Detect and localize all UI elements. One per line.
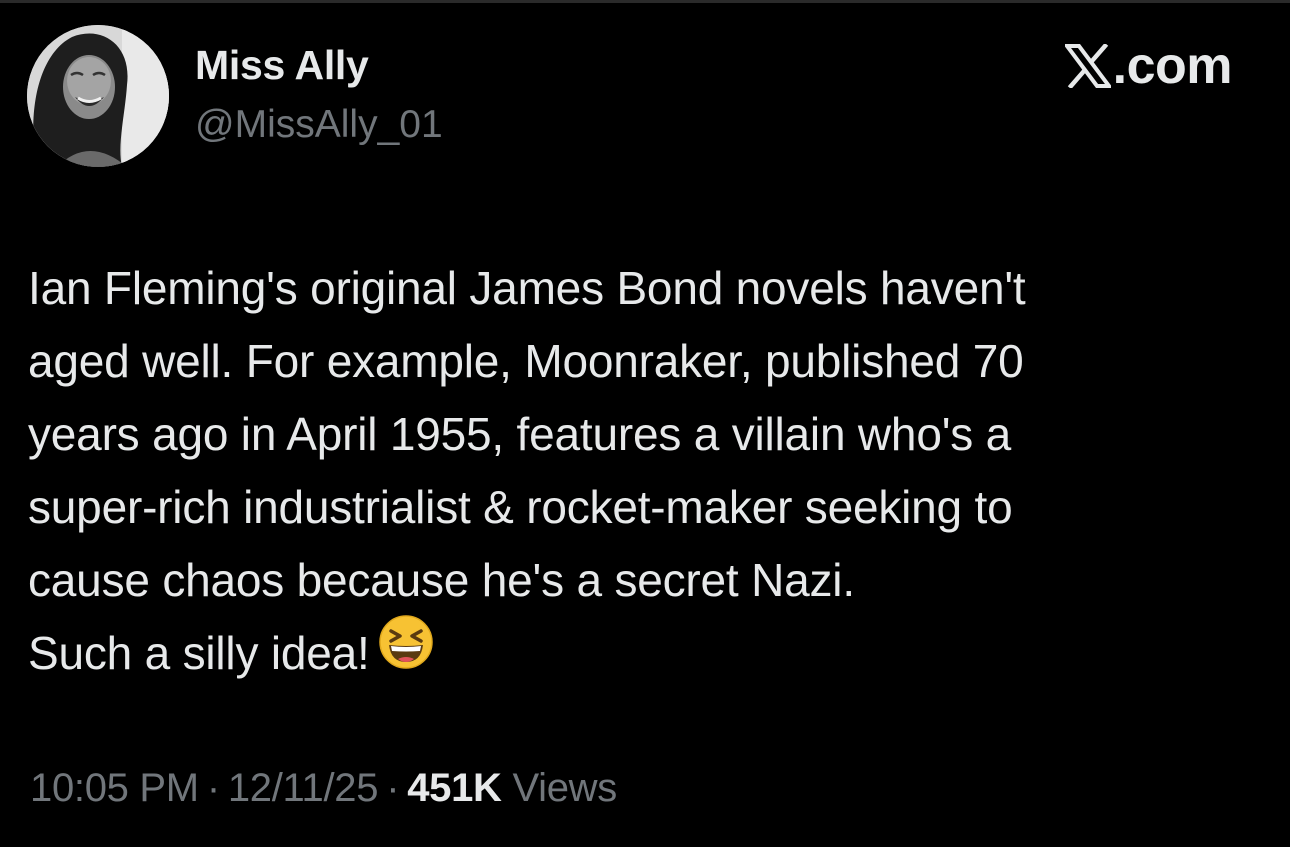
views-count[interactable]: 451K xyxy=(407,766,502,810)
avatar[interactable] xyxy=(27,25,169,167)
x-brand: .com xyxy=(1064,37,1233,95)
tweet-line: aged well. For example, Moonraker, publi… xyxy=(28,335,1024,387)
tweet-line: super-rich industrialist & rocket-maker … xyxy=(28,481,1013,533)
views-label: Views xyxy=(512,766,617,810)
tweet-line-last: Such a silly idea! xyxy=(28,614,1268,695)
user-handle[interactable]: @MissAlly_01 xyxy=(195,103,443,147)
tweet-date[interactable]: 12/11/25 xyxy=(228,766,379,810)
display-name[interactable]: Miss Ally xyxy=(195,42,369,89)
tweet-line-text: Such a silly idea! xyxy=(28,627,370,679)
tweet-text: Ian Fleming's original James Bond novels… xyxy=(28,252,1268,695)
tweet-line: Ian Fleming's original James Bond novels… xyxy=(28,262,1026,314)
grinning-squinting-face-icon xyxy=(378,614,434,691)
brand-text: .com xyxy=(1112,37,1233,95)
top-divider xyxy=(0,0,1290,3)
x-logo-icon xyxy=(1064,44,1111,88)
tweet-time[interactable]: 10:05 PM xyxy=(30,766,199,810)
meta-separator: · xyxy=(386,766,400,810)
tweet-line: years ago in April 1955, features a vill… xyxy=(28,408,1012,460)
meta-separator: · xyxy=(206,766,220,810)
tweet-line: cause chaos because he's a secret Nazi. xyxy=(28,554,855,606)
profile-photo-icon xyxy=(27,25,169,167)
tweet-meta: 10:05 PM · 12/11/25 · 451K Views xyxy=(30,766,617,811)
